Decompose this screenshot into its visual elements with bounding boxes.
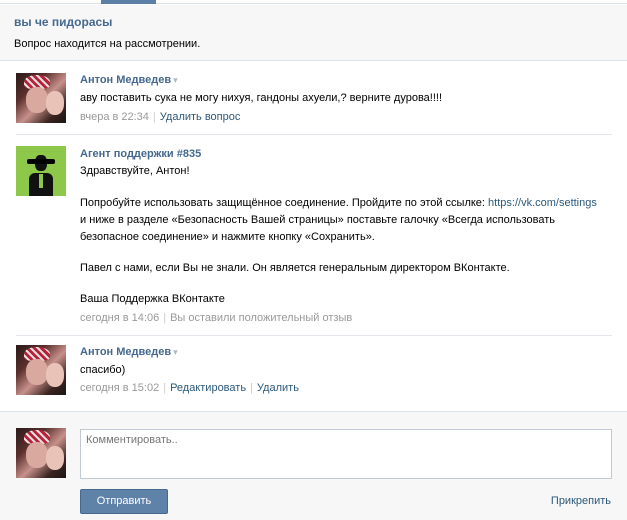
message-text: аву поставить сука не могу нихуя, гандон… xyxy=(80,92,443,104)
divider xyxy=(16,134,612,135)
question-title: вы че пидорасы xyxy=(14,15,113,29)
delete-link[interactable]: Удалить xyxy=(257,382,299,394)
reply-box: Отправить Прикрепить xyxy=(0,411,627,520)
question-header: вы че пидорасы Вопрос находится на рассм… xyxy=(0,5,627,61)
message-time[interactable]: вчера в 22:34 xyxy=(80,111,149,123)
settings-link[interactable]: https://vk.com/settings xyxy=(488,197,597,209)
delete-question-link[interactable]: Удалить вопрос xyxy=(160,111,241,123)
feedback-status: Вы оставили положительный отзыв xyxy=(170,312,353,324)
sunglasses-icon xyxy=(27,159,55,164)
message-time[interactable]: сегодня в 14:06 xyxy=(80,312,159,324)
caret-down-icon[interactable]: ▾ xyxy=(173,75,178,85)
edit-link[interactable]: Редактировать xyxy=(170,382,246,394)
message-time[interactable]: сегодня в 15:02 xyxy=(80,382,159,394)
message-meta: вчера в 22:34 | Удалить вопрос xyxy=(80,111,241,123)
message-meta: сегодня в 14:06 | Вы оставили положительны… xyxy=(80,312,353,324)
author-link[interactable]: Антон Медведев xyxy=(80,74,171,86)
message-text: спасибо) xyxy=(80,364,126,376)
avatar[interactable] xyxy=(16,428,66,478)
active-tab-indicator xyxy=(101,0,156,4)
question-status: Вопрос находится на рассмотрении. xyxy=(14,38,201,50)
author-name[interactable]: Антон Медведев ▾ xyxy=(80,74,178,86)
support-greeting: Здравствуйте, Антон! xyxy=(80,165,190,177)
author-link[interactable]: Антон Медведев xyxy=(80,346,171,358)
support-paragraph-2: Павел с нами, если Вы не знали. Он являе… xyxy=(80,262,510,274)
author-name[interactable]: Антон Медведев ▾ xyxy=(80,346,178,358)
attach-link[interactable]: Прикрепить xyxy=(551,495,611,507)
caret-down-icon[interactable]: ▾ xyxy=(173,347,178,357)
support-agent-avatar xyxy=(16,146,66,196)
comment-input[interactable] xyxy=(80,429,612,479)
support-signature: Ваша Поддержка ВКонтакте xyxy=(80,293,225,305)
avatar[interactable] xyxy=(16,73,66,123)
send-button[interactable]: Отправить xyxy=(80,489,168,514)
top-strip xyxy=(0,0,627,4)
message-meta: сегодня в 15:02 | Редактировать | Удалить xyxy=(80,382,299,394)
divider xyxy=(16,335,612,336)
avatar[interactable] xyxy=(16,345,66,395)
support-paragraph-1: Попробуйте использовать защищённое соеди… xyxy=(80,197,597,243)
support-agent-name: Агент поддержки #835 xyxy=(80,148,202,160)
